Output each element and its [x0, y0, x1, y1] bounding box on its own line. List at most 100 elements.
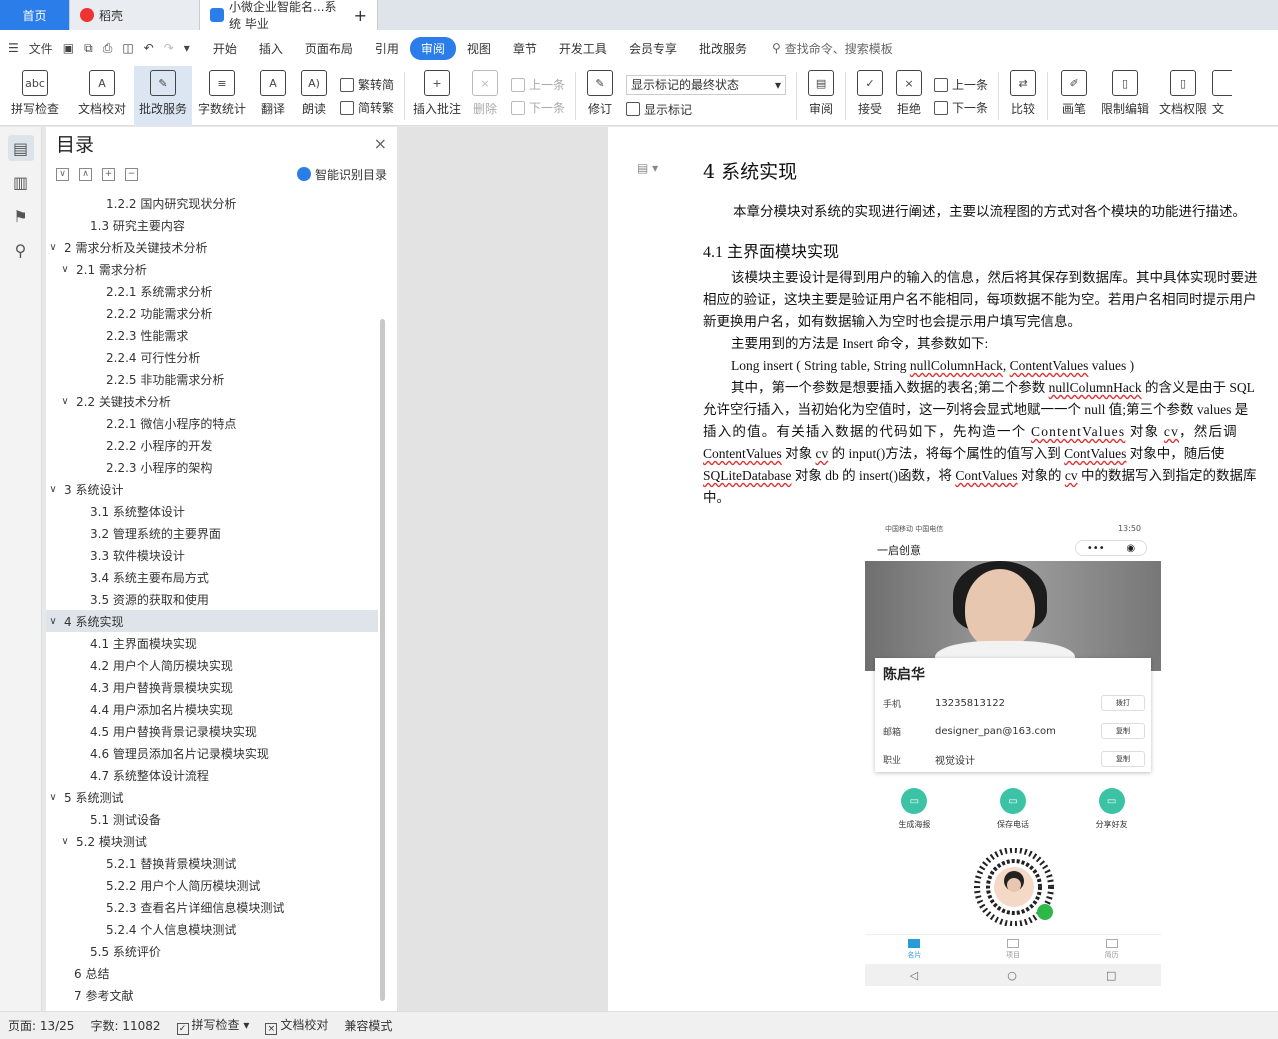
review-pane-button[interactable]: ▤ 审阅	[801, 66, 841, 126]
menu-item-7[interactable]: 开发工具	[548, 37, 618, 60]
toc-item[interactable]: 2.2.1 系统需求分析	[46, 280, 378, 302]
print-icon[interactable]: ⎙	[103, 41, 113, 56]
file-menu[interactable]: 文件	[29, 40, 53, 57]
chevron-down-icon[interactable]: ∨	[46, 484, 60, 495]
chevron-down-icon[interactable]: ∨	[46, 242, 60, 253]
tab-document[interactable]: 小微企业智能名...系统 毕业 +	[200, 0, 378, 31]
add-icon[interactable]: +	[102, 167, 115, 181]
profile-row-button[interactable]: 拨打	[1101, 695, 1145, 711]
toc-item[interactable]: 4.6 管理员添加名片记录模块实现	[46, 742, 378, 764]
toc-item[interactable]: 4.7 系统整体设计流程	[46, 764, 378, 786]
export-icon[interactable]: ⧉	[84, 41, 93, 56]
hamburger-icon[interactable]: ☰	[8, 41, 19, 55]
toc-item[interactable]: ∨ 2.2 关键技术分析	[46, 390, 378, 412]
profile-action[interactable]: ▭ 保存电话	[973, 788, 1053, 836]
more-icon[interactable]: ▾	[184, 41, 190, 55]
phone-tab[interactable]: 项目	[1006, 935, 1020, 964]
translate-button[interactable]: A 翻译	[252, 66, 294, 126]
toc-item[interactable]: ∨ 4 系统实现	[46, 610, 378, 632]
chevron-down-icon[interactable]: ∨	[46, 792, 60, 803]
show-markup-button[interactable]: 显示标记	[626, 101, 786, 118]
spellcheck-status[interactable]: ✓ 拼写检查 ▾	[176, 1016, 249, 1035]
toc-item[interactable]: 5.2.3 查看名片详细信息模块测试	[46, 896, 378, 918]
pen-button[interactable]: ✐ 画笔	[1052, 66, 1096, 126]
compare-button[interactable]: ⇄ 比较	[1003, 66, 1043, 126]
menu-item-9[interactable]: 批改服务	[688, 37, 758, 60]
toc-item[interactable]: ∨ 2 需求分析及关键技术分析	[46, 236, 378, 258]
toc-item[interactable]: ∨ 3 系统设计	[46, 478, 378, 500]
toc-scrollbar[interactable]	[380, 319, 385, 1001]
chevron-down-icon[interactable]: ∨	[46, 616, 60, 627]
menu-item-1[interactable]: 插入	[248, 37, 294, 60]
toc-item[interactable]: 5.5 系统评价	[46, 940, 378, 962]
close-icon[interactable]: ×	[374, 134, 387, 153]
bookmark-icon[interactable]: ⚑	[8, 203, 34, 229]
read-aloud-button[interactable]: A) 朗读	[294, 66, 334, 126]
toc-item[interactable]: 2.2.5 非功能需求分析	[46, 368, 378, 390]
more-ribbon-button[interactable]: 文	[1212, 66, 1233, 126]
collapse-all-icon[interactable]: ∨	[56, 167, 69, 181]
review-service-button[interactable]: ✎ 批改服务	[134, 66, 192, 126]
toc-item[interactable]: 2.2.1 微信小程序的特点	[46, 412, 378, 434]
minus-icon[interactable]: −	[125, 167, 138, 181]
toc-item[interactable]: 4.2 用户个人简历模块实现	[46, 654, 378, 676]
command-search[interactable]: ⚲ 查找命令、搜索模板	[772, 40, 893, 57]
expand-up-icon[interactable]: ∧	[79, 167, 92, 181]
toc-item[interactable]: 5.1 测试设备	[46, 808, 378, 830]
doc-permission-button[interactable]: ▯ 文档权限	[1154, 66, 1212, 126]
next-comment-button[interactable]: 下一条	[511, 99, 565, 116]
spellcheck-button[interactable]: abc 拼写检查	[0, 66, 70, 126]
chevron-down-icon[interactable]: ∨	[58, 264, 72, 275]
toc-item[interactable]: 2.2.3 小程序的架构	[46, 456, 378, 478]
page-format-icon[interactable]: ▤ ▾	[637, 161, 658, 175]
toc-item[interactable]: 5.2.4 个人信息模块测试	[46, 918, 378, 940]
page-indicator[interactable]: 页面: 13/25	[8, 1017, 74, 1034]
toc-item[interactable]: 4.5 用户替换背景记录模块实现	[46, 720, 378, 742]
doc-proof-button[interactable]: A 文档校对	[70, 66, 134, 126]
chevron-down-icon[interactable]: ∨	[58, 836, 72, 847]
prev-change-button[interactable]: 上一条	[934, 76, 988, 93]
toc-item[interactable]: 3.4 系统主要布局方式	[46, 566, 378, 588]
toc-pane-icon[interactable]: ▤	[7, 135, 34, 161]
toc-item[interactable]: 3.5 资源的获取和使用	[46, 588, 378, 610]
chapter-icon[interactable]: ▥	[8, 169, 34, 195]
proof-status[interactable]: × 文档校对	[265, 1016, 328, 1035]
chevron-down-icon[interactable]: ∨	[58, 396, 72, 407]
delete-comment-button[interactable]: × 删除	[465, 66, 505, 126]
profile-action[interactable]: ▭ 生成海报	[874, 788, 954, 836]
prev-comment-button[interactable]: 上一条	[511, 76, 565, 93]
toc-item[interactable]: 3.1 系统整体设计	[46, 500, 378, 522]
toc-item[interactable]: 2.2.2 功能需求分析	[46, 302, 378, 324]
toc-item[interactable]: 4.1 主界面模块实现	[46, 632, 378, 654]
simp-to-trad-button[interactable]: 简转繁	[340, 99, 394, 116]
toc-item[interactable]: 5.2.1 替换背景模块测试	[46, 852, 378, 874]
menu-item-6[interactable]: 章节	[502, 37, 548, 60]
toc-item[interactable]: 4.3 用户替换背景模块实现	[46, 676, 378, 698]
redo-icon[interactable]: ↷	[164, 41, 174, 55]
word-count-button[interactable]: ≡ 字数统计	[192, 66, 252, 126]
menu-item-4[interactable]: 审阅	[409, 36, 456, 60]
revise-button[interactable]: ✎ 修订	[580, 66, 620, 126]
toc-item[interactable]: 2.2.4 可行性分析	[46, 346, 378, 368]
toc-item[interactable]: 2.2.3 性能需求	[46, 324, 378, 346]
reject-button[interactable]: × 拒绝	[890, 66, 928, 126]
menu-item-3[interactable]: 引用	[364, 37, 410, 60]
menu-item-2[interactable]: 页面布局	[294, 37, 364, 60]
trad-to-simp-button[interactable]: 繁转简	[340, 76, 394, 93]
accept-button[interactable]: ✓ 接受	[850, 66, 890, 126]
tab-daoke[interactable]: 稻壳	[70, 0, 200, 30]
next-change-button[interactable]: 下一条	[934, 99, 988, 116]
toc-item[interactable]: 4.4 用户添加名片模块实现	[46, 698, 378, 720]
toc-item[interactable]: 6 总结	[46, 962, 378, 984]
save-icon[interactable]: ▣	[63, 41, 74, 55]
toc-item[interactable]: 3.3 软件模块设计	[46, 544, 378, 566]
profile-row-button[interactable]: 复制	[1101, 723, 1145, 739]
smart-toc-button[interactable]: 智能识别目录	[296, 166, 387, 183]
toc-item[interactable]: 2.2.2 小程序的开发	[46, 434, 378, 456]
word-count-indicator[interactable]: 字数: 11082	[90, 1017, 160, 1034]
undo-icon[interactable]: ↶	[144, 41, 154, 55]
menu-item-8[interactable]: 会员专享	[618, 37, 688, 60]
toc-item[interactable]: ∨ 5 系统测试	[46, 786, 378, 808]
phone-tab[interactable]: 名片	[907, 935, 921, 964]
profile-action[interactable]: ▭ 分享好友	[1072, 788, 1152, 836]
